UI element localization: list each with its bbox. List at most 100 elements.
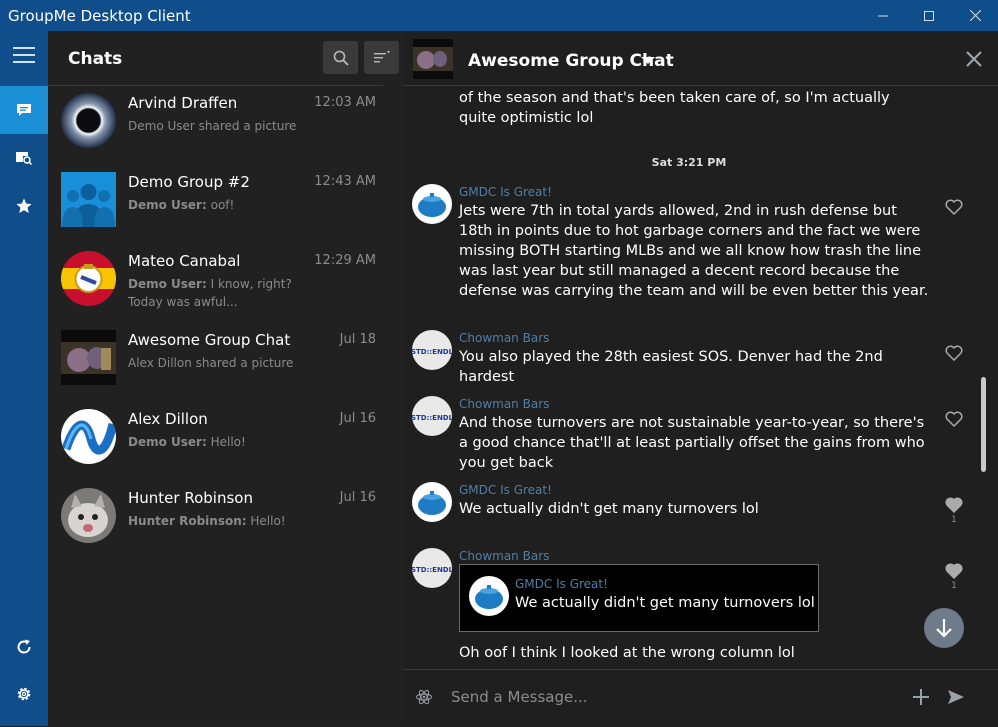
starred-nav-button[interactable] [0,182,48,230]
chats-panel: Chats Arvind Draffen 12:03 AM Demo User … [48,31,403,726]
maximize-button[interactable] [906,0,952,31]
group-avatar [413,39,453,79]
heart-icon[interactable] [945,563,963,579]
avatar [61,172,116,227]
chat-preview: Demo User: oof! [128,198,235,212]
search-chats-nav-button[interactable] [0,134,48,182]
scroll-to-bottom-button[interactable] [924,608,964,648]
menu-button[interactable] [0,31,48,79]
search-button[interactable] [323,41,358,74]
title-bar: GroupMe Desktop Client [0,0,998,31]
conversation-panel: Awesome Group Chat of the season and tha… [403,31,998,726]
window-title: GroupMe Desktop Client [8,6,191,25]
avatar [61,488,116,543]
message-text: You also played the 28th easiest SOS. De… [459,349,883,385]
avatar[interactable]: STD::ENDL [412,548,452,588]
like-count: 1 [951,515,957,525]
avatar [61,93,116,148]
search-chat-icon [16,151,33,165]
message-text: Jets were 7th in total yards allowed, 2n… [459,203,929,299]
add-icon[interactable] [913,689,929,705]
chevron-down-icon[interactable] [641,57,655,64]
avatar[interactable] [412,184,452,224]
chat-name: Mateo Canabal [128,252,241,270]
chat-preview: Demo User: Hello! [128,435,246,449]
quoted-message[interactable]: GMDC Is Great! We actually didn't get ma… [459,564,819,632]
chat-time: Jul 16 [339,490,376,505]
chat-preview: Demo User shared a picture [128,119,297,133]
chat-time: 12:03 AM [314,95,376,110]
chats-header: Chats [48,31,403,85]
quote-sender: GMDC Is Great! [515,577,608,591]
close-icon [966,51,982,67]
sort-button[interactable] [364,41,399,74]
message-text: of the season and that's been taken care… [459,90,890,126]
message-sender: Chowman Bars [459,331,550,345]
heart-icon[interactable] [945,199,963,215]
chat-preview: Alex Dillon shared a picture [128,356,294,370]
message-sender: Chowman Bars [459,549,550,563]
heart-icon[interactable] [945,497,963,513]
avatar [61,251,116,306]
chats-title: Chats [68,49,123,69]
chat-name: Hunter Robinson [128,489,253,507]
chat-time: Jul 16 [339,411,376,426]
chat-time: 12:43 AM [314,174,376,189]
chat-preview: Hunter Robinson: Hello! [128,514,286,528]
star-icon [16,198,32,213]
heart-icon[interactable] [945,411,963,427]
close-icon [969,10,981,21]
day-separator: Sat 3:21 PM [651,156,727,169]
menu-icon [13,47,35,63]
settings-button[interactable] [0,670,48,718]
gear-icon [17,687,31,701]
chat-time: 12:29 AM [314,253,376,268]
message-sender: Chowman Bars [459,397,550,411]
message-input[interactable]: Send a Message... [451,688,588,706]
chat-list-item[interactable]: Demo Group #2 12:43 AM Demo User: oof! [48,165,403,244]
avatar [469,576,509,616]
avatar[interactable]: STD::ENDL [412,396,452,436]
chats-icon [17,103,31,116]
chat-time: Jul 18 [339,332,376,347]
chat-list-item[interactable]: Mateo Canabal 12:29 AM Demo User: I know… [48,244,403,323]
message-sender: GMDC Is Great! [459,483,552,497]
chat-name: Demo Group #2 [128,173,250,191]
minimize-icon [878,15,888,16]
chat-preview: Demo User: I know, right? Today was awfu… [128,277,292,309]
close-window-button[interactable] [952,0,998,31]
like-count: 1 [951,581,957,591]
refresh-button[interactable] [0,623,48,671]
quote-text: We actually didn't get many turnovers lo… [515,595,815,611]
chat-list-item[interactable]: Alex Dillon Jul 16 Demo User: Hello! [48,402,403,481]
scrollbar-thumb[interactable] [981,377,986,472]
heart-icon[interactable] [945,345,963,361]
nav-rail [0,31,48,726]
close-conversation-button[interactable] [966,51,982,71]
minimize-button[interactable] [860,0,906,31]
avatar[interactable]: STD::ENDL [412,330,452,370]
arrow-down-icon [936,619,952,638]
maximize-icon [924,10,934,21]
svg-text:STD::ENDL: STD::ENDL [412,348,452,356]
attachment-atom-icon[interactable] [416,689,432,705]
chat-name: Awesome Group Chat [128,331,291,349]
message-sender: GMDC Is Great! [459,185,552,199]
chat-list-item[interactable]: Arvind Draffen 12:03 AM Demo User shared… [48,86,403,165]
refresh-icon [17,639,31,654]
send-icon[interactable] [947,689,965,705]
chats-nav-button[interactable] [0,86,48,134]
chat-list-item[interactable]: Hunter Robinson Jul 16 Hunter Robinson: … [48,481,403,560]
message-composer: Send a Message... [403,669,998,727]
chat-name: Arvind Draffen [128,94,238,112]
conversation-header: Awesome Group Chat [403,31,998,85]
avatar[interactable] [412,482,452,522]
svg-text:STD::ENDL: STD::ENDL [412,566,452,574]
avatar [61,330,116,385]
message-text: And those turnovers are not sustainable … [459,415,925,471]
svg-text:STD::ENDL: STD::ENDL [412,414,452,422]
message-text: Oh oof I think I looked at the wrong col… [459,645,795,661]
chat-list-item[interactable]: Awesome Group Chat Jul 18 Alex Dillon sh… [48,323,403,402]
message-list[interactable]: of the season and that's been taken care… [403,86,998,669]
sort-list-icon [373,50,390,62]
